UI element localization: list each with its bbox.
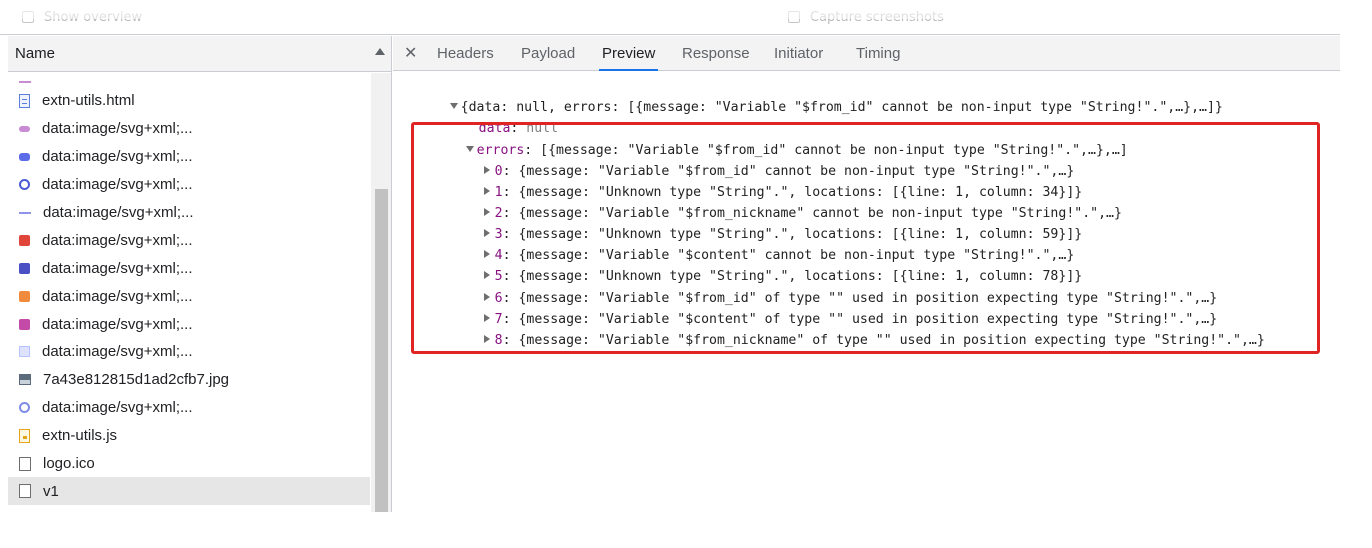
error-item-node[interactable]: 4: {message: "Variable "$content" cannot… <box>436 226 1074 263</box>
svg-image-icon <box>19 262 30 274</box>
request-row[interactable]: logo.ico <box>8 450 370 478</box>
request-name: data:image/svg+xml;... <box>42 287 193 305</box>
request-name: data:image/svg+xml;... <box>42 343 193 361</box>
request-row[interactable]: data:image/svg+xml;... <box>8 171 370 199</box>
svg-image-icon <box>19 211 31 214</box>
request-row[interactable]: data:image/svg+xml;... <box>8 199 370 227</box>
cutoff-overlay <box>0 0 1372 19</box>
script-icon <box>19 428 30 443</box>
request-name: logo.ico <box>43 455 95 473</box>
request-name: extn-utils.html <box>42 92 135 110</box>
request-name: data:image/svg+xml;... <box>42 176 193 194</box>
request-name: data:image/svg+xml;... <box>42 148 193 166</box>
request-name: data:image/svg+xml;... <box>43 204 194 221</box>
expand-triangle-icon[interactable] <box>483 335 490 343</box>
error-item-summary: {message: "Variable "$from_nickname" of … <box>518 333 1265 348</box>
request-row[interactable]: 7a43e812815d1ad2cfb7.jpg <box>8 366 370 394</box>
scrollbar-thumb[interactable] <box>375 189 388 512</box>
error-item-node[interactable]: 0: {message: "Variable "$from_id" cannot… <box>436 142 1074 179</box>
tab-payload[interactable]: Payload <box>521 36 575 71</box>
name-column-header[interactable]: Name <box>8 36 391 72</box>
request-name: data:image/svg+xml;... <box>42 399 193 417</box>
svg-image-icon <box>19 152 30 161</box>
request-row[interactable]: data:image/svg+xml;... <box>8 115 370 143</box>
request-name: v1 <box>43 482 59 500</box>
request-name: data:image/svg+xml;... <box>42 259 193 277</box>
error-item-node[interactable]: 7: {message: "Variable "$content" of typ… <box>436 290 1217 327</box>
svg-image-icon <box>19 318 30 330</box>
error-item-node[interactable]: 6: {message: "Variable "$from_id" of typ… <box>436 269 1217 306</box>
data-property: data: null <box>478 121 559 136</box>
file-icon <box>19 456 31 471</box>
svg-image-icon <box>19 179 30 191</box>
error-item-node[interactable]: 2: {message: "Variable "$from_nickname" … <box>436 184 1122 221</box>
request-row[interactable]: data:image/svg+xml;... <box>8 254 370 282</box>
svg-image-icon <box>19 402 30 414</box>
request-name: 7a43e812815d1ad2cfb7.jpg <box>43 371 230 389</box>
request-row[interactable]: data:image/svg+xml;... <box>8 394 370 422</box>
array-index: 8 <box>494 333 503 348</box>
json-preview: {data: null, errors: [{message: "Variabl… <box>393 72 1340 512</box>
svg-image-icon <box>19 234 30 246</box>
name-column-label: Name <box>15 45 56 62</box>
request-list-panel: Name extn-utils.html data:image/svg+xml;… <box>8 36 392 512</box>
document-icon <box>19 93 30 108</box>
request-row[interactable]: data:image/svg+xml;... <box>8 338 370 366</box>
svg-image-icon <box>19 290 30 302</box>
request-rows: extn-utils.html data:image/svg+xml;... d… <box>8 73 370 512</box>
error-item-node[interactable]: 5: {message: "Unknown type "String".", l… <box>436 247 1082 284</box>
sort-ascending-icon[interactable] <box>375 48 385 55</box>
request-list-scrollbar[interactable] <box>371 73 391 512</box>
request-row[interactable]: v1 <box>8 505 370 512</box>
errors-array-node[interactable]: errors: [{message: "Variable "$from_id" … <box>418 121 1128 158</box>
bottom-blank-area <box>0 512 1372 548</box>
tab-initiator[interactable]: Initiator <box>774 36 823 71</box>
divider <box>0 34 1340 35</box>
request-row[interactable]: extn-utils.html <box>8 87 370 115</box>
request-detail-panel: ✕ Headers Payload Preview Response Initi… <box>393 36 1340 512</box>
tab-preview[interactable]: Preview <box>598 36 659 71</box>
jpg-image-icon <box>19 374 31 386</box>
detail-tab-bar: ✕ Headers Payload Preview Response Initi… <box>393 36 1340 71</box>
tab-timing[interactable]: Timing <box>856 36 900 71</box>
tab-response[interactable]: Response <box>682 36 750 71</box>
request-name: data:image/svg+xml;... <box>42 231 193 249</box>
request-name: data:image/svg+xml;... <box>42 120 193 138</box>
svg-image-icon <box>19 81 31 83</box>
error-item-node[interactable]: 8: {message: "Variable "$from_nickname" … <box>436 311 1265 348</box>
close-icon[interactable]: ✕ <box>404 36 417 71</box>
request-row[interactable]: data:image/svg+xml;... <box>8 143 370 171</box>
file-icon <box>19 484 31 499</box>
request-row[interactable]: extn-utils.js <box>8 422 370 450</box>
error-item-node[interactable]: 1: {message: "Unknown type "String".", l… <box>436 163 1082 200</box>
error-item-node[interactable]: 3: {message: "Unknown type "String".", l… <box>436 205 1082 242</box>
request-name: data:image/svg+xml;... <box>42 315 193 333</box>
tab-headers[interactable]: Headers <box>437 36 494 71</box>
request-row[interactable]: data:image/svg+xml;... <box>8 282 370 310</box>
request-row[interactable]: data:image/svg+xml;... <box>8 226 370 254</box>
network-options-bar: Show overview Capture screenshots <box>0 0 1372 36</box>
request-row-partial[interactable] <box>8 73 370 87</box>
root-object-summary: {data: null, errors: [{message: "Variabl… <box>460 100 1223 115</box>
svg-image-icon <box>19 346 30 358</box>
request-row[interactable]: data:image/svg+xml;... <box>8 310 370 338</box>
root-object-node[interactable]: {data: null, errors: [{message: "Variabl… <box>402 78 1223 115</box>
request-row-selected[interactable]: v1 <box>8 477 370 506</box>
request-name: extn-utils.js <box>42 427 118 445</box>
svg-image-icon <box>19 125 30 132</box>
